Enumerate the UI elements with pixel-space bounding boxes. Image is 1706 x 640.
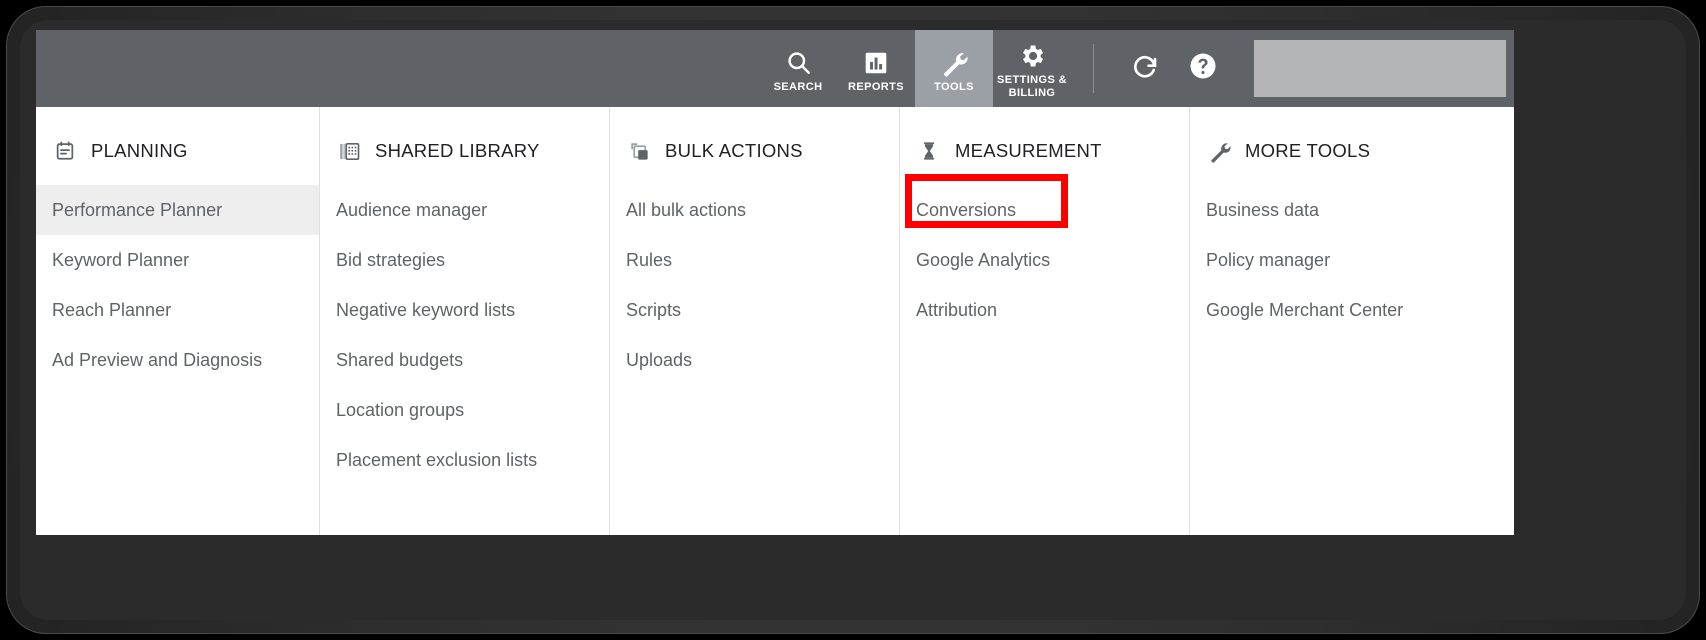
tools-dropdown-panel: PLANNING Performance Planner Keyword Pla… [36, 107, 1514, 535]
stacked-layers-icon [626, 138, 652, 164]
column-header-bulk-actions: BULK ACTIONS [610, 133, 899, 169]
menu-item-label: Audience manager [336, 199, 488, 220]
column-title-measurement: MEASUREMENT [955, 140, 1102, 161]
column-title-shared-library: SHARED LIBRARY [375, 140, 540, 161]
menu-item-business-data[interactable]: Business data [1190, 185, 1514, 235]
menu-item-shared-budgets[interactable]: Shared budgets [320, 335, 609, 385]
account-placeholder-block[interactable] [1254, 40, 1506, 97]
nav-item-search-label: SEARCH [773, 80, 823, 93]
wrench-icon [1206, 138, 1232, 164]
menu-item-label: Rules [626, 249, 673, 270]
help-button[interactable] [1174, 30, 1232, 107]
column-title-planning: PLANNING [91, 140, 188, 161]
menu-item-bid-strategies[interactable]: Bid strategies [320, 235, 609, 285]
menu-item-label: Shared budgets [336, 349, 464, 370]
menu-item-label: Bid strategies [336, 249, 446, 270]
column-more-tools: MORE TOOLS Business data Policy manager … [1190, 107, 1514, 535]
menu-item-conversions[interactable]: Conversions [900, 185, 1189, 235]
menu-item-placement-exclusion-lists[interactable]: Placement exclusion lists [320, 435, 609, 485]
menu-item-uploads[interactable]: Uploads [610, 335, 899, 385]
menu-item-google-analytics[interactable]: Google Analytics [900, 235, 1189, 285]
menu-item-label: Scripts [626, 299, 682, 320]
column-bulk-actions: BULK ACTIONS All bulk actions Rules Scri… [610, 107, 900, 535]
menu-item-label: Google Merchant Center [1206, 299, 1404, 320]
menu-item-google-merchant-center[interactable]: Google Merchant Center [1190, 285, 1514, 335]
menu-item-label: Location groups [336, 399, 465, 420]
menu-item-keyword-planner[interactable]: Keyword Planner [36, 235, 319, 285]
nav-item-tools[interactable]: TOOLS [915, 30, 993, 107]
menu-item-label: All bulk actions [626, 199, 747, 220]
refresh-icon [1130, 51, 1160, 86]
help-icon [1188, 51, 1218, 86]
nav-item-search[interactable]: SEARCH [759, 30, 837, 107]
menu-item-reach-planner[interactable]: Reach Planner [36, 285, 319, 335]
menu-item-rules[interactable]: Rules [610, 235, 899, 285]
refresh-button[interactable] [1116, 30, 1174, 107]
menu-item-ad-preview-and-diagnosis[interactable]: Ad Preview and Diagnosis [36, 335, 319, 385]
nav-item-reports[interactable]: REPORTS [837, 30, 915, 107]
column-header-measurement: MEASUREMENT [900, 133, 1189, 169]
screen: SEARCH REPORTS TOOLS SETTINGS & BILLING … [36, 30, 1514, 535]
menu-item-label: Keyword Planner [52, 249, 190, 270]
menu-item-audience-manager[interactable]: Audience manager [320, 185, 609, 235]
menu-item-label: Performance Planner [52, 199, 223, 220]
column-shared-library: SHARED LIBRARY Audience manager Bid stra… [320, 107, 610, 535]
hourglass-icon [916, 138, 942, 164]
column-planning: PLANNING Performance Planner Keyword Pla… [36, 107, 320, 535]
menu-item-label: Attribution [916, 299, 998, 320]
gear-icon [1018, 39, 1046, 73]
menu-item-location-groups[interactable]: Location groups [320, 385, 609, 435]
menu-item-performance-planner[interactable]: Performance Planner [36, 185, 319, 235]
app-bar-divider [1093, 44, 1094, 93]
column-title-bulk-actions: BULK ACTIONS [665, 140, 803, 161]
app-bar: SEARCH REPORTS TOOLS SETTINGS & BILLING [36, 30, 1514, 107]
column-title-more-tools: MORE TOOLS [1245, 140, 1371, 161]
menu-item-label: Uploads [626, 349, 693, 370]
column-header-planning: PLANNING [36, 133, 319, 169]
menu-item-negative-keyword-lists[interactable]: Negative keyword lists [320, 285, 609, 335]
nav-item-reports-label: REPORTS [848, 80, 904, 93]
nav-item-settings-billing-label: SETTINGS & BILLING [996, 74, 1067, 99]
menu-item-scripts[interactable]: Scripts [610, 285, 899, 335]
nav-item-settings-billing[interactable]: SETTINGS & BILLING [993, 30, 1071, 107]
search-icon [785, 46, 812, 80]
menu-item-policy-manager[interactable]: Policy manager [1190, 235, 1514, 285]
menu-item-attribution[interactable]: Attribution [900, 285, 1189, 335]
menu-item-all-bulk-actions[interactable]: All bulk actions [610, 185, 899, 235]
menu-item-label: Business data [1206, 199, 1320, 220]
menu-item-label: Google Analytics [916, 249, 1051, 270]
menu-item-label: Policy manager [1206, 249, 1331, 270]
menu-item-label: Placement exclusion lists [336, 449, 538, 470]
nav-item-tools-label: TOOLS [934, 80, 974, 93]
menu-item-label: Ad Preview and Diagnosis [52, 349, 263, 370]
menu-item-label: Reach Planner [52, 299, 172, 320]
column-header-more-tools: MORE TOOLS [1190, 133, 1514, 169]
column-header-shared-library: SHARED LIBRARY [320, 133, 609, 169]
library-grid-icon [336, 138, 362, 164]
column-measurement: MEASUREMENT Conversions Google Analytics… [900, 107, 1190, 535]
clipboard-icon [52, 138, 78, 164]
device-frame: SEARCH REPORTS TOOLS SETTINGS & BILLING … [6, 6, 1700, 634]
menu-item-label: Conversions [916, 199, 1017, 220]
wrench-icon [940, 46, 968, 80]
menu-item-label: Negative keyword lists [336, 299, 516, 320]
reports-bar-chart-icon [863, 46, 889, 80]
